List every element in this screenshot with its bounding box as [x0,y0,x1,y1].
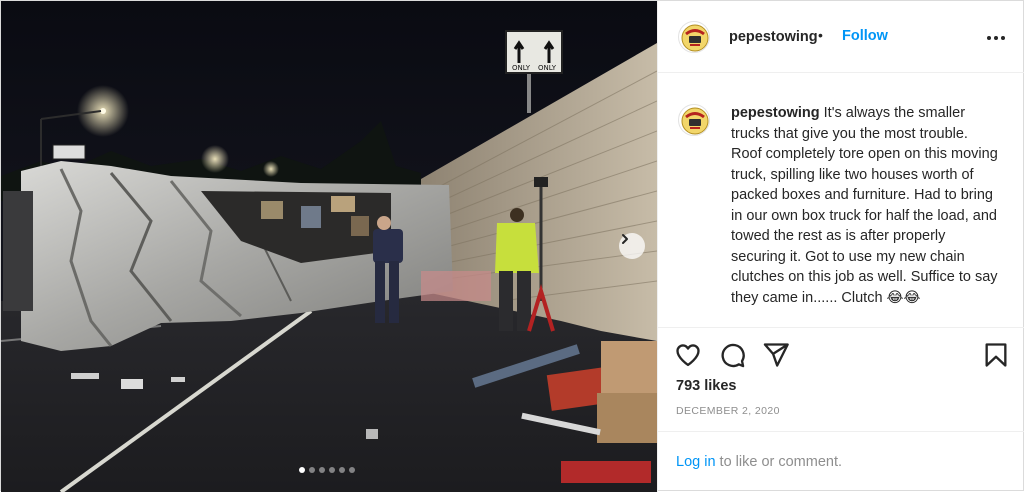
caption-username[interactable]: pepestowing [731,105,820,121]
carousel-dot [299,467,305,473]
post-card: ONLY ONLY pepestowing • Follow pepestowi… [0,0,1024,492]
caption-text: It's always the smaller trucks that give… [731,105,998,306]
sign-text-right: ONLY [538,64,557,72]
carousel-dot [319,467,325,473]
accident-scene-image: ONLY ONLY [1,1,657,492]
caption-avatar[interactable] [678,104,710,136]
carousel-dot [309,467,315,473]
login-prompt: Log in to like or comment. [658,431,1024,492]
separator-dot: • [818,27,823,43]
caption-section: pepestowing It's always the smaller truc… [658,73,1024,328]
pepes-logo-icon [681,107,709,135]
likes-count[interactable]: 793 likes [676,378,736,394]
next-image-button[interactable] [619,233,645,259]
carousel-dot [339,467,345,473]
carousel-dot [329,467,335,473]
login-suffix: to like or comment. [715,454,843,470]
avatar[interactable] [678,21,710,53]
pepes-logo-icon [681,24,709,52]
carousel-indicator [299,467,355,473]
action-bar [658,337,1024,373]
follow-button[interactable]: Follow [842,28,888,44]
post-author-username[interactable]: pepestowing [729,29,818,45]
login-link[interactable]: Log in [676,454,716,470]
post-side-panel: pepestowing • Follow pepestowing It's al… [657,1,1024,492]
post-photo[interactable]: ONLY ONLY [1,1,657,492]
more-options-icon[interactable] [984,31,1008,45]
comment-icon[interactable] [718,341,746,369]
sign-text-left: ONLY [512,64,531,72]
post-caption: pepestowing It's always the smaller truc… [731,103,1001,308]
paper-plane-icon[interactable] [762,341,790,369]
heart-icon[interactable] [674,341,702,369]
post-header: pepestowing • Follow [658,1,1024,73]
post-date[interactable]: DECEMBER 2, 2020 [676,405,780,417]
carousel-dot [349,467,355,473]
chevron-right-icon [622,234,628,244]
bookmark-icon[interactable] [982,341,1010,369]
login-prompt-text: Log in to like or comment. [676,454,842,470]
